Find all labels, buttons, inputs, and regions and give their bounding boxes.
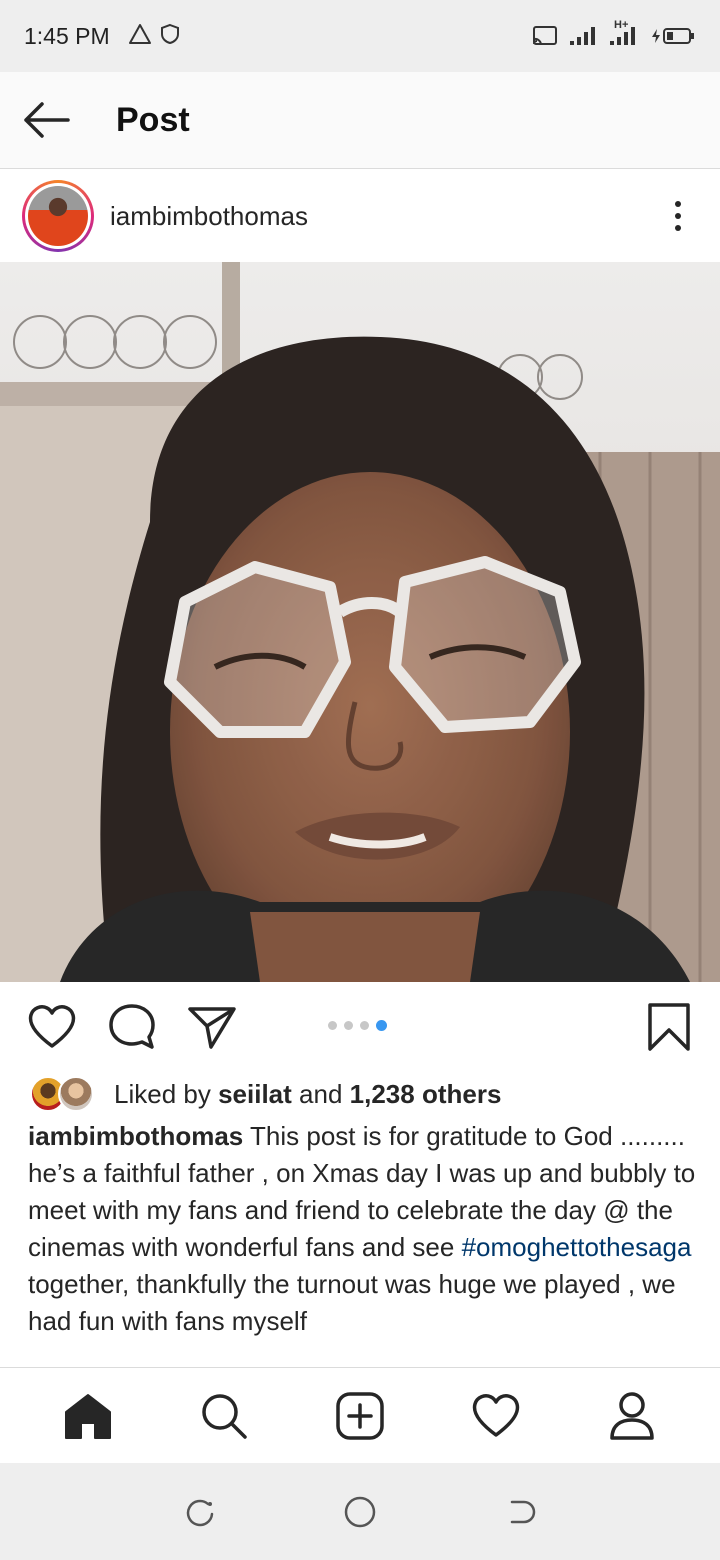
likes-and: and (299, 1078, 343, 1109)
recent-apps-button[interactable] (180, 1492, 220, 1532)
profile-icon (610, 1391, 654, 1440)
post-photo (0, 262, 720, 982)
like-button[interactable] (26, 1001, 78, 1053)
comment-button[interactable] (106, 1001, 158, 1053)
status-bar: 1:45 PM H+ (0, 0, 720, 72)
back-arrow-icon (24, 102, 70, 138)
carousel-indicator (328, 1020, 387, 1031)
post-username[interactable]: iambimbothomas (110, 201, 308, 232)
avatar[interactable] (28, 186, 88, 246)
home-circle-icon (344, 1496, 376, 1527)
post-image[interactable] (0, 262, 720, 982)
status-time: 1:45 PM (24, 22, 110, 49)
nav-home[interactable] (58, 1386, 118, 1446)
activity-heart-icon (472, 1393, 520, 1437)
comment-icon (109, 1004, 155, 1049)
cast-icon (532, 25, 558, 47)
add-post-icon (336, 1391, 384, 1440)
carousel-dot (328, 1021, 337, 1030)
more-dot-icon (675, 213, 681, 219)
home-icon (65, 1393, 111, 1439)
shield-icon (160, 23, 180, 50)
avatar (58, 1076, 94, 1112)
home-nav-button[interactable] (340, 1492, 380, 1532)
signal-h-plus-icon: H+ (608, 19, 638, 47)
likes-prefix: Liked by (114, 1078, 211, 1109)
more-dot-icon (675, 225, 681, 231)
search-icon (202, 1393, 247, 1439)
heart-icon (28, 1005, 76, 1048)
nav-activity[interactable] (466, 1386, 526, 1446)
likes-count[interactable]: 1,238 others (350, 1079, 502, 1109)
liker-username[interactable]: seiilat (218, 1079, 292, 1109)
android-nav-bar (0, 1463, 720, 1560)
share-icon (188, 1007, 236, 1049)
recent-apps-icon (186, 1499, 214, 1526)
liker-avatars (30, 1074, 102, 1114)
bookmark-icon (648, 1003, 690, 1051)
carousel-dot-active (376, 1020, 387, 1031)
nav-profile[interactable] (602, 1386, 662, 1446)
caption-text: together, thankfully the turnout was hug… (28, 1269, 676, 1336)
back-button[interactable] (0, 72, 96, 169)
caption-hashtag[interactable]: #omoghettothesaga (462, 1232, 692, 1262)
more-options-button[interactable] (658, 186, 698, 246)
story-ring[interactable] (22, 180, 94, 252)
page-title: Post (116, 100, 190, 139)
back-nav-button[interactable] (500, 1492, 540, 1532)
share-button[interactable] (186, 1001, 238, 1053)
likes-row[interactable]: Liked by seiilat and 1,238 others (30, 1074, 501, 1114)
post-header: iambimbothomas (0, 170, 720, 262)
more-dot-icon (675, 201, 681, 207)
app-header: Post (0, 72, 720, 169)
signal-icon (568, 25, 598, 47)
network-label: H+ (614, 19, 629, 31)
back-nav-icon (510, 1500, 536, 1523)
warning-icon (128, 23, 152, 50)
carousel-dot (344, 1021, 353, 1030)
carousel-dot (360, 1021, 369, 1030)
bottom-nav (0, 1367, 720, 1463)
battery-charging-icon (648, 25, 696, 47)
save-button[interactable] (646, 1000, 692, 1054)
caption-username[interactable]: iambimbothomas (28, 1121, 243, 1151)
nav-new-post[interactable] (330, 1386, 390, 1446)
post-caption: iambimbothomas This post is for gratitud… (28, 1118, 698, 1368)
caption-text: This post is for gratitude to God ......… (250, 1121, 685, 1151)
nav-search[interactable] (194, 1386, 254, 1446)
